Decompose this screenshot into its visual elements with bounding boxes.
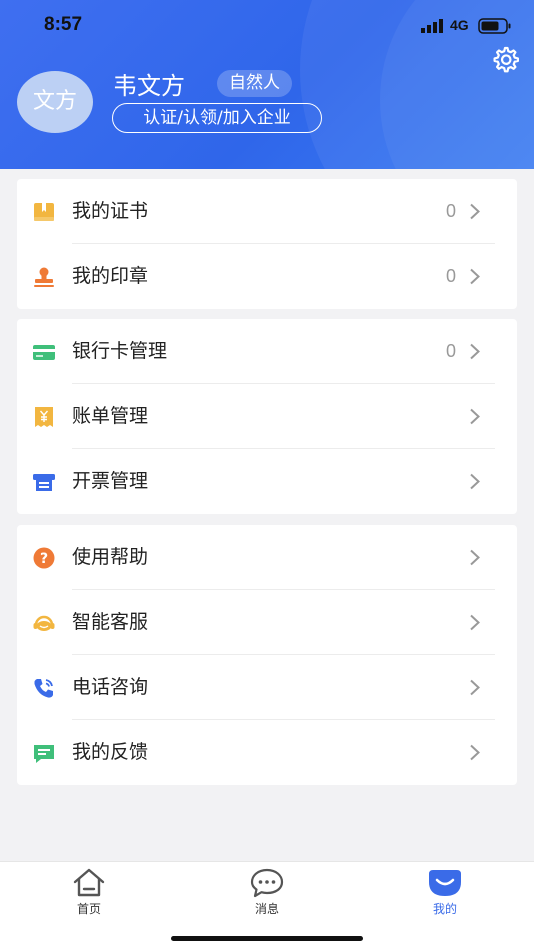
tab-messages[interactable]: 消息 [207,862,327,922]
menu-item-label: 我的印章 [72,265,149,287]
menu-item-label: 电话咨询 [72,676,149,698]
menu-item-label: 开票管理 [72,470,149,492]
menu-item-bank-card-management[interactable]: 银行卡管理 0 [17,319,517,384]
avatar[interactable]: 文方 [17,71,93,133]
menu-card-certificates: 我的证书 0 我的印章 0 [17,179,517,309]
chevron-right-icon [470,408,480,425]
menu-item-help[interactable]: ? 使用帮助 [17,525,517,590]
smile-face-icon [429,870,461,896]
status-bar: 8:57 4G [0,0,534,52]
network-type: 4G [450,17,469,33]
menu-item-my-certificates[interactable]: 我的证书 0 [17,179,517,244]
invoice-icon [33,474,55,491]
chevron-right-icon [470,343,480,360]
chevron-right-icon [470,549,480,566]
menu-item-label: 银行卡管理 [72,340,168,362]
menu-item-label: 我的反馈 [72,741,149,763]
tab-label: 我的 [432,902,457,916]
menu-item-count: 0 [445,266,456,286]
customer-service-icon [33,615,55,631]
chevron-right-icon [470,203,480,220]
menu-item-bill-management[interactable]: 账单管理 [17,384,517,449]
chevron-right-icon [470,744,480,761]
user-name: 韦文方 [113,72,185,100]
phone-icon [34,679,53,698]
tab-label: 消息 [254,902,279,916]
chevron-right-icon [470,679,480,696]
chevron-right-icon [470,473,480,490]
menu-item-phone-consultation[interactable]: 电话咨询 [17,655,517,720]
svg-text:?: ? [40,551,48,567]
chevron-right-icon [470,614,480,631]
user-type-badge: 自然人 [217,70,292,97]
status-time: 8:57 [44,14,83,35]
profile-header: 8:57 4G 文方 韦文方 自然人 认证/认领/加入企业 [0,0,534,169]
certificate-icon [34,203,54,221]
certify-join-company-button[interactable]: 认证/认领/加入企业 [112,103,322,133]
menu-card-finance: 银行卡管理 0 账单管理 开票管理 [17,319,517,514]
tab-label: 首页 [76,902,101,916]
menu-card-support: ? 使用帮助 智能客服 电话咨询 我的反馈 [17,525,517,785]
tab-home[interactable]: 首页 [29,862,149,922]
tab-mine[interactable]: 我的 [385,862,505,922]
stamp-icon [34,267,54,287]
home-indicator [171,936,363,941]
settings-gear-icon[interactable] [489,43,521,75]
bank-card-icon [33,345,55,360]
menu-item-label: 使用帮助 [72,546,149,568]
battery-icon [478,18,511,34]
menu-item-count: 0 [445,341,456,361]
menu-item-label: 我的证书 [72,200,149,222]
menu-item-my-feedback[interactable]: 我的反馈 [17,720,517,785]
menu-item-label: 智能客服 [72,611,149,633]
feedback-icon [34,745,54,763]
menu-item-label: 账单管理 [72,405,149,427]
bill-icon [35,407,53,427]
chat-bubble-icon [250,868,284,898]
chevron-right-icon [470,268,480,285]
menu-item-my-stamps[interactable]: 我的印章 0 [17,244,517,309]
help-icon: ? [33,547,55,569]
menu-item-count: 0 [445,201,456,221]
home-icon [73,868,105,897]
menu-item-invoice-management[interactable]: 开票管理 [17,449,517,514]
menu-item-smart-customer-service[interactable]: 智能客服 [17,590,517,655]
signal-icon [421,19,443,33]
